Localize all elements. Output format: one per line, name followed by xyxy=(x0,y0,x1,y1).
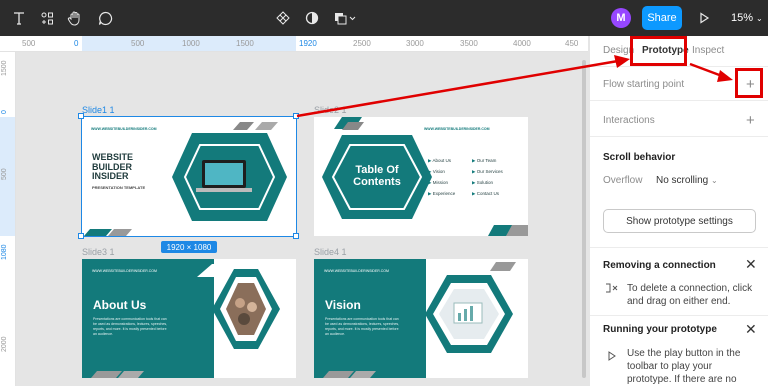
share-button[interactable]: Share xyxy=(642,6,682,30)
chevron-down-icon: ⌄ xyxy=(711,176,718,185)
interactions-label: Interactions xyxy=(603,115,655,126)
divider xyxy=(590,247,768,248)
overflow-label: Overflow xyxy=(603,175,643,186)
ruler-label: 1080 xyxy=(1,244,8,260)
components-icon[interactable] xyxy=(38,0,56,36)
toc-item: ▶ Solution xyxy=(472,180,493,185)
toc-item: ▶ Our Team xyxy=(472,158,497,163)
ruler-label: 500 xyxy=(1,168,8,180)
slide-3-frame[interactable]: WWW.WEBSITEBUILDERINSIDER.COM About Us P… xyxy=(82,259,296,378)
horizontal-ruler: 500 0 500 1000 1500 1920 2500 3000 3500 … xyxy=(0,36,588,52)
hand-icon[interactable] xyxy=(66,0,84,36)
ruler-label: 3500 xyxy=(460,39,478,48)
ruler-label: 2000 xyxy=(1,336,8,352)
ruler-label: 2500 xyxy=(353,39,371,48)
divider xyxy=(590,100,768,101)
divider xyxy=(590,315,768,316)
add-interaction-icon[interactable]: + xyxy=(746,113,755,128)
ruler-label: 450 xyxy=(565,39,579,48)
slide-body: Presentations are communication tools th… xyxy=(93,317,168,336)
tip-text: Use the play button in the toolbar to pl… xyxy=(627,348,741,385)
text-icon[interactable] xyxy=(10,0,28,36)
tip-title: Removing a connection xyxy=(603,260,716,271)
divider xyxy=(590,66,768,67)
top-toolbar: M Share 15% ⌄ xyxy=(0,0,768,36)
close-icon[interactable]: ✕ xyxy=(745,321,757,338)
toc-column-right: ▶ Our Team ▶ Our Services ▶ Solution ▶ C… xyxy=(472,155,503,199)
highlight-box-add-flow xyxy=(735,68,763,98)
close-icon[interactable]: ✕ xyxy=(745,256,757,273)
vertical-ruler: 1500 0 500 1080 2000 xyxy=(0,52,16,386)
comment-icon[interactable] xyxy=(96,0,114,36)
ruler-label: 0 xyxy=(1,110,8,114)
resize-handle[interactable] xyxy=(293,233,299,239)
frame-label[interactable]: Slide3 1 xyxy=(82,247,115,257)
ruler-label: 3000 xyxy=(406,39,424,48)
slide-title: Vision xyxy=(325,298,361,312)
toc-item: ▶ Experience xyxy=(428,191,456,196)
ruler-label: 0 xyxy=(74,39,79,48)
ruler-label: 1920 xyxy=(299,39,317,48)
slide-title: About Us xyxy=(93,298,147,312)
play-icon[interactable] xyxy=(696,0,712,36)
slide-1-frame[interactable]: WWW.WEBSITEBUILDERINSIDER.COM WEBSITE BU… xyxy=(82,117,296,236)
layers-icon[interactable] xyxy=(333,0,359,36)
zoom-dropdown[interactable]: 15% ⌄ xyxy=(731,0,763,36)
chevron-down-icon: ⌄ xyxy=(756,13,763,23)
overflow-value: No scrolling xyxy=(656,175,709,186)
flow-starting-point-label: Flow starting point xyxy=(603,79,685,90)
component-center-icon[interactable] xyxy=(274,0,292,36)
overflow-select[interactable]: No scrolling ⌄ xyxy=(656,175,718,186)
ruler-label: 500 xyxy=(22,39,36,48)
toc-item: ▶ Vision xyxy=(428,169,445,174)
ruler-label: 1500 xyxy=(1,60,8,76)
toc-item: ▶ Mission xyxy=(428,180,448,185)
connection-icon xyxy=(605,281,621,300)
slide-subtitle: PRESENTATION TEMPLATE xyxy=(92,185,146,190)
toc-column-left: ▶ About Us ▶ Vision ▶ Mission ▶ Experien… xyxy=(428,155,455,199)
frame-label[interactable]: Slide4 1 xyxy=(314,247,347,257)
contrast-icon[interactable] xyxy=(303,0,321,36)
frame-label[interactable]: Slide1 1 xyxy=(82,105,115,115)
tab-inspect[interactable]: Inspect xyxy=(692,45,724,56)
canvas-scrollbar[interactable] xyxy=(582,60,586,378)
slide-url: WWW.WEBSITEBUILDERINSIDER.COM xyxy=(424,127,490,131)
toc-item: ▶ About Us xyxy=(428,158,451,163)
slide-2-frame[interactable]: WWW.WEBSITEBUILDERINSIDER.COM Table Of C… xyxy=(314,117,528,236)
show-prototype-settings-button[interactable]: Show prototype settings xyxy=(603,209,756,233)
play-icon xyxy=(607,348,617,366)
slide-title: WEBSITE BUILDER INSIDER xyxy=(92,152,134,181)
slide-url: WWW.WEBSITEBUILDERINSIDER.COM xyxy=(91,127,157,131)
ruler-label: 500 xyxy=(131,39,145,48)
ruler-label: 1000 xyxy=(182,39,200,48)
toc-item: ▶ Contact Us xyxy=(472,191,499,196)
zoom-value: 15% xyxy=(731,12,754,24)
selection-size-badge: 1920 × 1080 xyxy=(161,241,217,253)
resize-handle[interactable] xyxy=(293,113,299,119)
slide-4-frame[interactable]: WWW.WEBSITEBUILDERINSIDER.COM Vision Pre… xyxy=(314,259,528,378)
ruler-label: 4000 xyxy=(513,39,531,48)
divider xyxy=(590,136,768,137)
resize-handle[interactable] xyxy=(78,233,84,239)
highlight-box-prototype-tab xyxy=(630,36,687,66)
resize-handle[interactable] xyxy=(78,113,84,119)
slide-url: WWW.WEBSITEBUILDERINSIDER.COM xyxy=(92,269,157,273)
scroll-behavior-label: Scroll behavior xyxy=(603,152,676,163)
ruler-label: 1500 xyxy=(236,39,254,48)
frame-label[interactable]: Slide2 1 xyxy=(314,105,347,115)
toc-item: ▶ Our Services xyxy=(472,169,503,174)
slide-url: WWW.WEBSITEBUILDERINSIDER.COM xyxy=(324,269,389,273)
tip-text: To delete a connection, click and drag o… xyxy=(627,283,753,307)
tip-title: Running your prototype xyxy=(603,324,717,335)
slide-title: Table Of Contents xyxy=(353,164,401,188)
slide-body: Presentations are communication tools th… xyxy=(325,317,400,336)
avatar[interactable]: M xyxy=(611,8,631,28)
